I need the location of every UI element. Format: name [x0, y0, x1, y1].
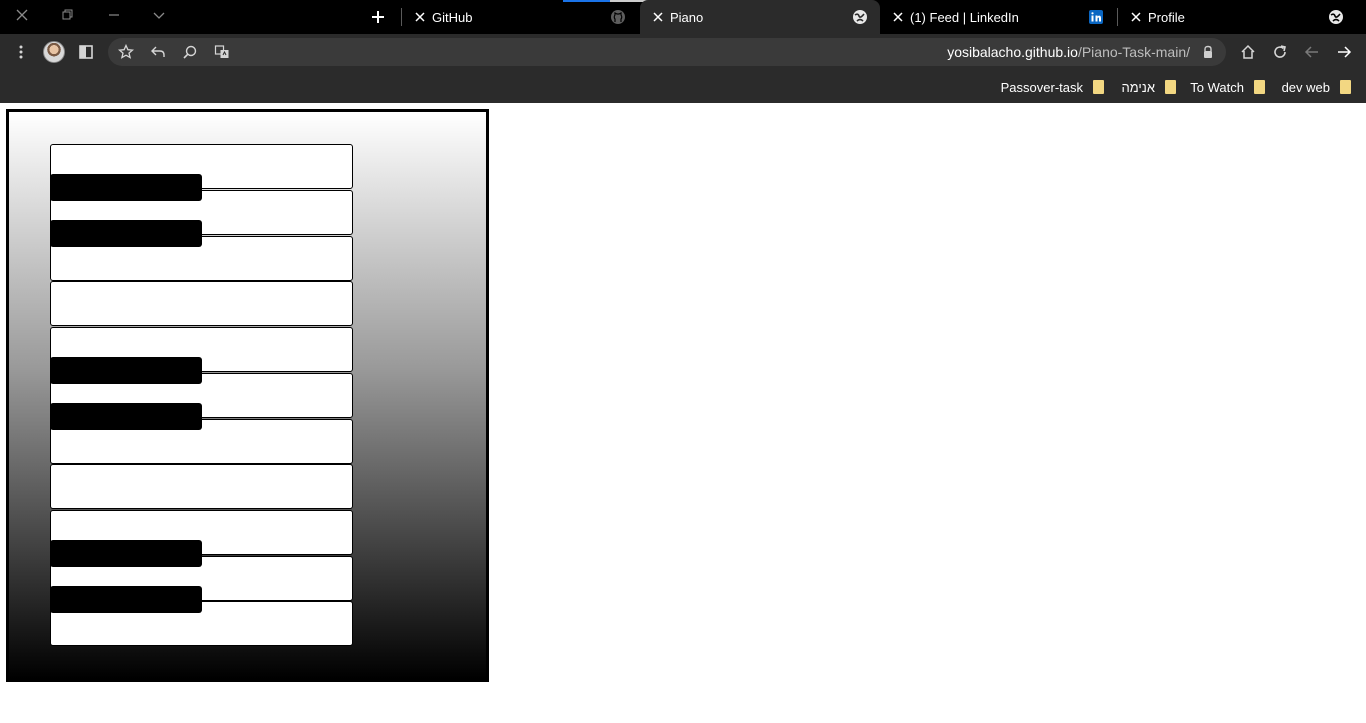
tab-strip: GitHub Piano (1) Feed | LinkedIn Profile: [0, 0, 1366, 34]
address-bar[interactable]: yosibalacho.github.io/Piano-Task-main/: [108, 38, 1226, 66]
close-tab-icon[interactable]: [414, 11, 426, 23]
white-key[interactable]: [50, 281, 353, 326]
close-tab-icon[interactable]: [1130, 11, 1142, 23]
bookmark-label: Passover-task: [1000, 79, 1083, 95]
bookmark-label: אנימה: [1121, 79, 1155, 95]
profile-avatar[interactable]: [43, 41, 65, 63]
black-key[interactable]: [50, 540, 202, 567]
folder-icon: [1093, 80, 1104, 94]
globe-icon: [1328, 9, 1344, 25]
share-icon[interactable]: [146, 40, 170, 64]
folder-icon: [1165, 80, 1176, 94]
bookmark-star-icon[interactable]: [114, 40, 138, 64]
folder-icon: [1254, 80, 1265, 94]
linkedin-icon: [1088, 9, 1104, 25]
lock-icon[interactable]: [1202, 45, 1214, 59]
reload-icon[interactable]: [1268, 40, 1292, 64]
white-key[interactable]: [50, 464, 353, 509]
tab-title: GitHub: [432, 9, 473, 25]
menu-dots-icon[interactable]: [9, 40, 33, 64]
tab-title: (1) Feed | LinkedIn: [910, 9, 1019, 25]
translate-icon[interactable]: [210, 40, 234, 64]
tab-search-chevron-icon[interactable]: [146, 4, 172, 26]
bookmark-label: dev web: [1281, 79, 1330, 95]
black-key[interactable]: [50, 403, 202, 430]
tab-title: Profile: [1148, 9, 1185, 25]
black-key[interactable]: [50, 586, 202, 613]
black-key[interactable]: [50, 174, 202, 201]
black-key[interactable]: [50, 220, 202, 247]
close-window-icon[interactable]: [9, 4, 35, 26]
close-tab-icon[interactable]: [892, 11, 904, 23]
minimize-window-icon[interactable]: [101, 4, 127, 26]
bookmarks-bar: Passover-task אנימה To Watch dev web: [0, 70, 1366, 103]
plus-icon: [372, 11, 384, 23]
tab-linkedin[interactable]: (1) Feed | LinkedIn: [880, 0, 1116, 34]
tab-github[interactable]: GitHub: [402, 0, 638, 34]
tab-title: Piano: [670, 9, 704, 25]
url-path: /Piano-Task-main/: [1077, 44, 1190, 60]
bookmark-label: To Watch: [1190, 79, 1244, 95]
close-tab-icon[interactable]: [652, 11, 664, 23]
bookmark-passover-task[interactable]: Passover-task: [1001, 76, 1104, 98]
home-icon[interactable]: [1236, 40, 1260, 64]
side-panel-icon[interactable]: [74, 40, 98, 64]
url-text[interactable]: yosibalacho.github.io/Piano-Task-main/: [947, 44, 1190, 60]
url-host: yosibalacho.github.io: [947, 44, 1078, 60]
bookmark-anime[interactable]: אנימה: [1121, 76, 1176, 98]
bookmark-dev-web[interactable]: dev web: [1282, 76, 1351, 98]
tab-loading-indicator: [563, 0, 610, 2]
restore-window-icon[interactable]: [55, 4, 81, 26]
tab-piano[interactable]: Piano: [640, 0, 880, 34]
tab-profile[interactable]: Profile: [1118, 0, 1356, 34]
piano-container: [6, 109, 489, 682]
bookmark-to-watch[interactable]: To Watch: [1190, 76, 1265, 98]
new-tab-button[interactable]: [366, 6, 390, 28]
github-icon: [610, 9, 626, 25]
back-arrow-icon[interactable]: [1300, 40, 1324, 64]
zoom-icon[interactable]: [178, 40, 202, 64]
forward-arrow-icon[interactable]: [1332, 40, 1356, 64]
globe-icon: [852, 9, 868, 25]
folder-icon: [1340, 80, 1351, 94]
black-key[interactable]: [50, 357, 202, 384]
